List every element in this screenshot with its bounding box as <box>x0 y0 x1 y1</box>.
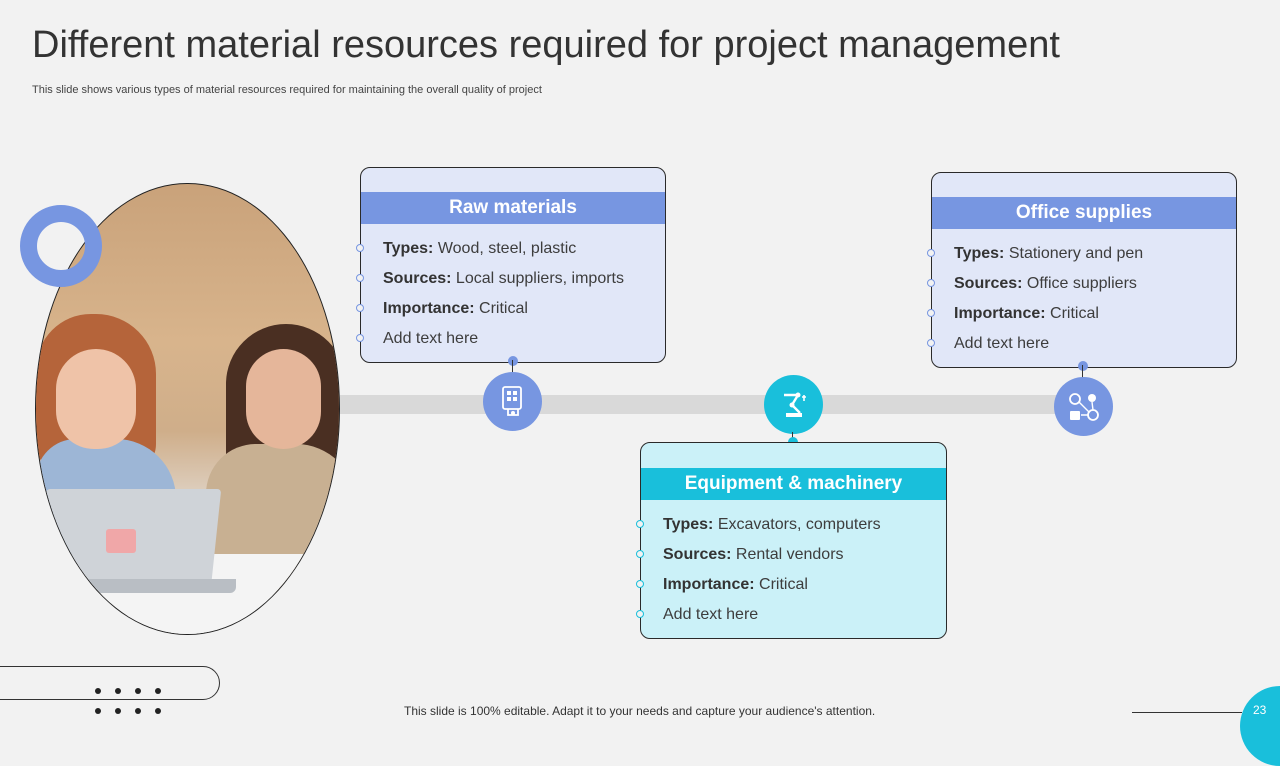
decorative-dot <box>155 708 161 714</box>
raw-materials-icon <box>483 372 542 431</box>
slide-title: Different material resources required fo… <box>32 24 1060 66</box>
connector-knob <box>508 356 518 366</box>
item-label: Sources: <box>383 270 452 287</box>
item-text: Critical <box>754 576 808 593</box>
list-item: Sources: Office suppliers <box>927 269 1236 299</box>
list-item: Add text here <box>356 324 665 354</box>
raw-materials-card: Raw materials Types: Wood, steel, plasti… <box>356 167 666 363</box>
photo-laptop-base <box>36 579 236 593</box>
list-item: Types: Excavators, computers <box>636 510 946 540</box>
list-item: Sources: Local suppliers, imports <box>356 264 665 294</box>
robotic-arm-icon <box>764 375 823 434</box>
raw-materials-heading: Raw materials <box>361 192 665 224</box>
page-number-badge: 23 <box>1240 686 1280 766</box>
decorative-ring <box>20 205 102 287</box>
item-text: Wood, steel, plastic <box>433 240 577 257</box>
photo-person-face <box>56 349 136 449</box>
item-label: Types: <box>383 240 434 257</box>
decorative-dot <box>135 708 141 714</box>
item-text: Add text here <box>663 606 759 623</box>
item-label: Importance: <box>954 305 1046 322</box>
equipment-machinery-heading: Equipment & machinery <box>641 468 946 500</box>
robotic-arm-icon-glyph <box>783 392 806 417</box>
bullet-icon <box>356 244 364 252</box>
item-text: Rental vendors <box>731 546 844 563</box>
bullet-icon <box>636 580 644 588</box>
decorative-dot <box>135 688 141 694</box>
bullet-icon <box>927 339 935 347</box>
bullet-icon <box>356 304 364 312</box>
item-label: Types: <box>663 516 714 533</box>
item-label: Importance: <box>663 576 755 593</box>
item-text: Office suppliers <box>1022 275 1137 292</box>
decorative-dot <box>95 708 101 714</box>
bullet-icon <box>636 520 644 528</box>
list-item: Importance: Critical <box>356 294 665 324</box>
list-item: Importance: Critical <box>636 570 946 600</box>
footer-line <box>1132 712 1242 713</box>
item-text: Add text here <box>954 335 1050 352</box>
bullet-icon <box>927 309 935 317</box>
item-text: Local suppliers, imports <box>451 270 624 287</box>
decorative-dot <box>115 688 121 694</box>
connector-knob <box>1078 361 1088 371</box>
photo-laptop-logo <box>106 529 136 553</box>
item-text: Critical <box>474 300 528 317</box>
page-number: 23 <box>1253 703 1267 717</box>
item-label: Sources: <box>954 275 1023 292</box>
item-text: Add text here <box>383 330 479 347</box>
list-item: Sources: Rental vendors <box>636 540 946 570</box>
item-label: Sources: <box>663 546 732 563</box>
bullet-icon <box>356 334 364 342</box>
decorative-dot <box>155 688 161 694</box>
list-item: Add text here <box>636 600 946 630</box>
item-label: Types: <box>954 245 1005 262</box>
equipment-machinery-card: Equipment & machinery Types: Excavators,… <box>636 442 947 639</box>
office-supplies-heading: Office supplies <box>932 197 1236 229</box>
timeline-bar <box>340 395 1080 414</box>
list-item: Importance: Critical <box>927 299 1236 329</box>
office-supplies-card: Office supplies Types: Stationery and pe… <box>927 172 1237 368</box>
photo-person-face <box>246 349 321 449</box>
bullet-icon <box>927 249 935 257</box>
bullet-icon <box>356 274 364 282</box>
list-item: Types: Stationery and pen <box>927 239 1236 269</box>
item-text: Excavators, computers <box>713 516 881 533</box>
item-text: Critical <box>1045 305 1099 322</box>
decorative-pill <box>0 666 220 700</box>
office-supplies-icon-glyph <box>1068 392 1099 421</box>
list-item: Add text here <box>927 329 1236 359</box>
item-label: Importance: <box>383 300 475 317</box>
bullet-icon <box>636 550 644 558</box>
bullet-icon <box>927 279 935 287</box>
raw-materials-icon-glyph <box>501 385 522 416</box>
slide-subtitle: This slide shows various types of materi… <box>32 84 542 96</box>
decorative-dot <box>95 688 101 694</box>
office-supplies-icon <box>1054 377 1113 436</box>
slide-footer: This slide is 100% editable. Adapt it to… <box>404 704 876 718</box>
decorative-dot <box>115 708 121 714</box>
bullet-icon <box>636 610 644 618</box>
list-item: Types: Wood, steel, plastic <box>356 234 665 264</box>
item-text: Stationery and pen <box>1004 245 1144 262</box>
